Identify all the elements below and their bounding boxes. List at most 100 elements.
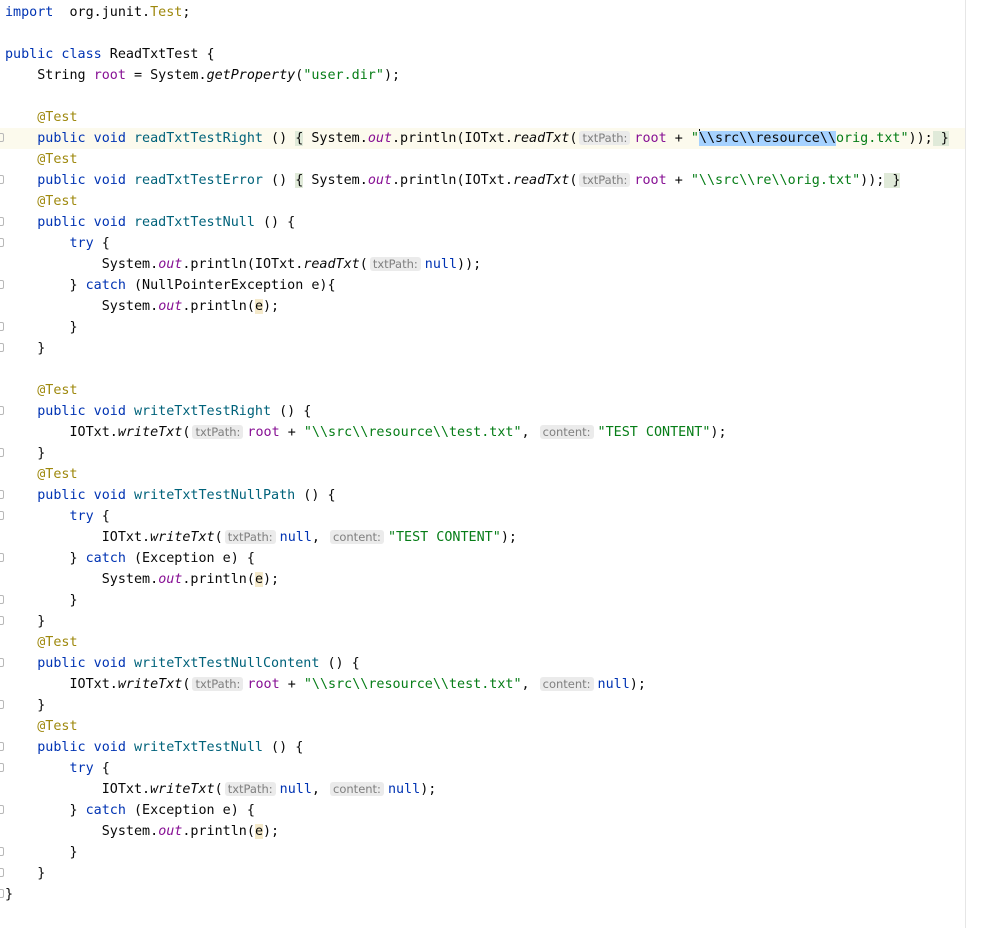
code-line[interactable]: public class ReadTxtTest { <box>0 44 965 65</box>
code-token: writeTxt <box>117 425 183 440</box>
code-token: "user.dir" <box>303 68 384 83</box>
code-line[interactable]: IOTxt.writeTxt(txtPath: root + "\\src\\re… <box>0 422 965 443</box>
code-token: e <box>254 824 263 839</box>
fold-marker-icon[interactable] <box>0 553 4 562</box>
fold-marker-icon[interactable] <box>0 343 4 352</box>
fold-marker-icon[interactable] <box>0 175 4 184</box>
fold-marker-icon[interactable] <box>0 280 4 289</box>
code-editor[interactable]: import org.junit.Test; public class ReadT… <box>0 0 965 928</box>
code-token: + <box>279 425 304 440</box>
code-token: )); <box>908 131 933 146</box>
code-token: out <box>158 824 183 839</box>
code-line[interactable]: public void readTxtTestRight () { System… <box>0 128 965 149</box>
code-line[interactable]: } <box>0 863 965 884</box>
code-line[interactable]: } <box>0 443 965 464</box>
code-line[interactable]: @Test <box>0 716 965 737</box>
code-line[interactable]: System.out.println(IOTxt.readTxt(txtPath… <box>0 254 965 275</box>
code-text: } <box>5 338 45 359</box>
code-line[interactable]: } catch (Exception e) { <box>0 548 965 569</box>
code-text: @Test <box>5 191 77 212</box>
code-line[interactable]: } <box>0 590 965 611</box>
code-text: } <box>5 863 45 884</box>
code-line[interactable]: String root = System.getProperty("user.d… <box>0 65 965 86</box>
code-line[interactable]: IOTxt.writeTxt(txtPath: null, content: nul… <box>0 779 965 800</box>
code-text: public void readTxtTestRight () { System… <box>5 128 949 149</box>
code-token: } <box>5 614 46 629</box>
code-line[interactable]: } <box>0 884 965 905</box>
code-line[interactable]: public void readTxtTestNull () { <box>0 212 965 233</box>
code-line[interactable]: System.out.println(e); <box>0 821 965 842</box>
fold-marker-icon[interactable] <box>0 406 4 415</box>
code-token: readTxtTestError <box>134 173 263 188</box>
fold-marker-icon[interactable] <box>0 511 4 520</box>
parameter-hint: txtPath: <box>369 257 421 271</box>
code-line[interactable] <box>0 23 965 44</box>
code-line[interactable]: public void readTxtTestError () { System… <box>0 170 965 191</box>
code-text: } <box>5 317 77 338</box>
code-text: public void readTxtTestNull () { <box>5 212 295 233</box>
fold-marker-icon[interactable] <box>0 133 4 142</box>
parameter-hint: txtPath: <box>224 530 276 544</box>
fold-marker-icon[interactable] <box>0 763 4 772</box>
parameter-hint: content: <box>330 782 384 796</box>
code-line[interactable]: @Test <box>0 380 965 401</box>
fold-marker-icon[interactable] <box>0 658 4 667</box>
code-line[interactable]: @Test <box>0 464 965 485</box>
code-token: writeTxt <box>117 677 183 692</box>
code-line[interactable]: try { <box>0 233 965 254</box>
code-token: @Test <box>5 719 78 734</box>
fold-marker-icon[interactable] <box>0 889 4 898</box>
fold-marker-icon[interactable] <box>0 616 4 625</box>
code-line[interactable]: IOTxt.writeTxt(txtPath: null, content: "TE… <box>0 527 965 548</box>
code-line[interactable]: } catch (Exception e) { <box>0 800 965 821</box>
code-line[interactable]: } catch (NullPointerException e){ <box>0 275 965 296</box>
fold-marker-icon[interactable] <box>0 448 4 457</box>
code-line[interactable]: System.out.println(e); <box>0 296 965 317</box>
fold-marker-icon[interactable] <box>0 847 4 856</box>
code-token: "TEST CONTENT" <box>597 425 711 440</box>
code-token: ( <box>359 257 368 272</box>
code-line[interactable]: IOTxt.writeTxt(txtPath: root + "\\src\\re… <box>0 674 965 695</box>
code-line[interactable]: public void writeTxtTestRight () { <box>0 401 965 422</box>
code-line[interactable]: @Test <box>0 149 965 170</box>
code-token: null <box>387 782 421 797</box>
fold-marker-icon[interactable] <box>0 742 4 751</box>
code-token: public <box>5 47 54 62</box>
code-token: e <box>254 299 263 314</box>
code-token: @Test <box>5 383 78 398</box>
fold-marker-icon[interactable] <box>0 595 4 604</box>
fold-marker-icon[interactable] <box>0 490 4 499</box>
code-line[interactable]: @Test <box>0 191 965 212</box>
code-token: ); <box>263 299 280 314</box>
code-line[interactable]: @Test <box>0 632 965 653</box>
code-line[interactable]: import org.junit.Test; <box>0 2 965 23</box>
code-token: root <box>634 173 667 188</box>
code-line[interactable]: public void writeTxtTestNull () { <box>0 737 965 758</box>
code-line[interactable]: } <box>0 695 965 716</box>
code-token: { <box>93 761 110 776</box>
fold-marker-icon[interactable] <box>0 238 4 247</box>
fold-marker-icon[interactable] <box>0 805 4 814</box>
fold-marker-icon[interactable] <box>0 322 4 331</box>
code-line[interactable] <box>0 359 965 380</box>
code-line[interactable]: } <box>0 842 965 863</box>
code-token: root <box>247 425 280 440</box>
code-line[interactable]: public void writeTxtTestNullContent () { <box>0 653 965 674</box>
fold-marker-icon[interactable] <box>0 217 4 226</box>
code-line[interactable]: @Test <box>0 107 965 128</box>
code-line[interactable]: } <box>0 317 965 338</box>
code-token: public void <box>5 131 134 146</box>
code-line[interactable] <box>0 86 965 107</box>
fold-marker-icon[interactable] <box>0 868 4 877</box>
code-token: , <box>311 530 329 545</box>
fold-marker-icon[interactable] <box>0 700 4 709</box>
code-line[interactable]: System.out.println(e); <box>0 569 965 590</box>
code-line[interactable]: try { <box>0 506 965 527</box>
parameter-hint: txtPath: <box>579 131 631 145</box>
code-line[interactable]: public void writeTxtTestNullPath () { <box>0 485 965 506</box>
code-line[interactable]: } <box>0 338 965 359</box>
code-token: import <box>5 5 54 20</box>
code-text: } <box>5 884 13 905</box>
code-line[interactable]: } <box>0 611 965 632</box>
code-line[interactable]: try { <box>0 758 965 779</box>
